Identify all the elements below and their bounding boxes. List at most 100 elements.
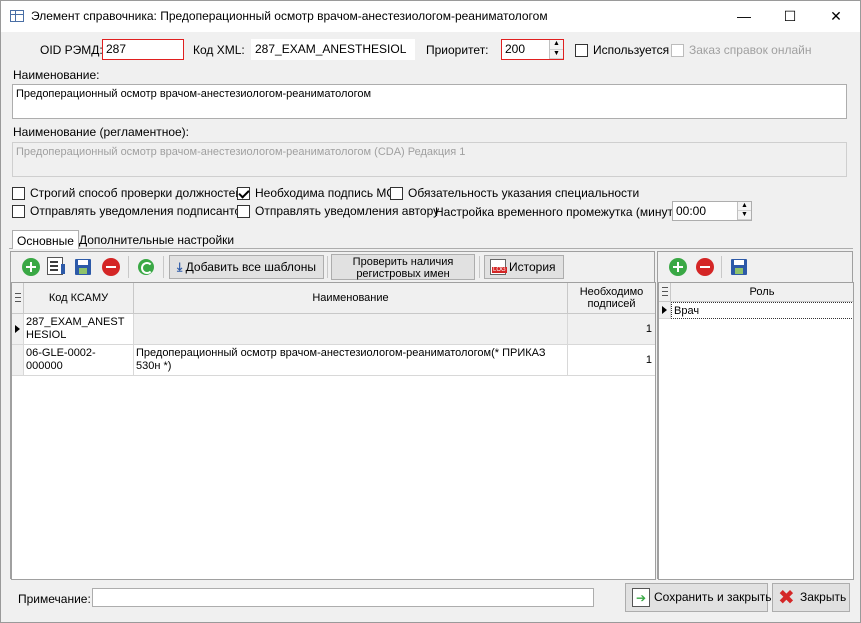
- check-registry-line1: Проверить наличия: [352, 256, 454, 268]
- note-input[interactable]: [92, 588, 594, 607]
- save-and-close-label: Сохранить и закрыть: [654, 590, 772, 604]
- interval-label: Настройка временного промежутка (минуты)…: [435, 205, 689, 219]
- table-icon: [10, 10, 24, 22]
- check-registry-line2: регистровых имен: [356, 268, 450, 280]
- priority-spinner[interactable]: ▲ ▼: [549, 40, 563, 59]
- online-order-checkbox[interactable]: Заказ справок онлайн: [671, 43, 811, 57]
- used-checkbox-box[interactable]: [575, 43, 588, 57]
- column-header-signs[interactable]: Необходимо подписей: [568, 283, 655, 314]
- online-order-checkbox-label: Заказ справок онлайн: [689, 43, 812, 57]
- table-row-code[interactable]: 287_EXAM_ANESTHESIOL: [24, 314, 134, 345]
- reg-name-label: Наименование (регламентное):: [13, 125, 190, 139]
- interval-spin-up-icon[interactable]: ▲: [738, 202, 751, 211]
- window-title: Элемент справочника: Предоперационный ос…: [31, 9, 548, 23]
- add-icon[interactable]: [22, 258, 40, 276]
- strict-check-label: Строгий способ проверки должностей: [30, 186, 243, 200]
- grid-column-chooser[interactable]: [12, 283, 24, 314]
- remove-role-icon[interactable]: [696, 258, 714, 276]
- refresh-icon[interactable]: [138, 259, 154, 275]
- table-row-code[interactable]: 06-GLE-0002-000000: [24, 345, 134, 376]
- notify-author-label: Отправлять уведомления автору: [255, 204, 440, 218]
- column-header-name[interactable]: Наименование: [134, 283, 568, 314]
- name-label: Наименование:: [13, 68, 100, 82]
- row-indicator[interactable]: [12, 314, 24, 345]
- close-window-button[interactable]: ✕: [813, 1, 859, 32]
- column-header-role[interactable]: Роль: [671, 283, 853, 302]
- edit-icon[interactable]: [47, 257, 65, 275]
- toolbar-separator: [721, 256, 722, 278]
- roles-column-chooser[interactable]: [659, 283, 671, 302]
- save-close-icon: ➔: [632, 588, 650, 607]
- save-icon[interactable]: [75, 259, 91, 275]
- save-role-icon[interactable]: [731, 259, 747, 275]
- table-row-name[interactable]: [134, 314, 568, 345]
- current-row-icon: [15, 325, 20, 333]
- add-role-icon[interactable]: [669, 258, 687, 276]
- add-all-templates-button[interactable]: ⤓ Добавить все шаблоны: [169, 255, 324, 279]
- online-order-checkbox-box[interactable]: [671, 43, 684, 57]
- roles-panel: Роль Врач: [657, 251, 854, 580]
- remove-icon[interactable]: [102, 258, 120, 276]
- column-header-code[interactable]: Код КСАМУ: [24, 283, 134, 314]
- log-icon: LOG: [490, 259, 507, 275]
- roles-column-chooser-icon[interactable]: [662, 287, 668, 296]
- close-button[interactable]: ✖ Закрыть: [772, 583, 850, 612]
- log-badge: LOG: [492, 267, 507, 273]
- interval-spin-down-icon[interactable]: ▼: [738, 211, 751, 220]
- tab-additional-settings[interactable]: Дополнительные настройки: [75, 230, 238, 250]
- table-row-signs[interactable]: 1: [568, 314, 655, 345]
- toolbar-separator: [479, 256, 480, 278]
- used-checkbox[interactable]: Используется: [575, 43, 669, 57]
- history-label: История: [509, 260, 556, 274]
- role-row[interactable]: Врач: [671, 302, 853, 319]
- minimize-button[interactable]: —: [721, 1, 767, 32]
- priority-input[interactable]: 200 ▲ ▼: [501, 39, 564, 60]
- row-indicator[interactable]: [12, 345, 24, 376]
- download-icon: ⤓: [177, 260, 183, 274]
- interval-spinner[interactable]: ▲ ▼: [737, 202, 751, 220]
- strict-check-checkbox-box[interactable]: [12, 186, 25, 200]
- notify-signers-checkbox-box[interactable]: [12, 204, 25, 218]
- table-row-name[interactable]: Предоперационный осмотр врачом-анестезио…: [134, 345, 568, 376]
- specialty-required-checkbox[interactable]: Обязательность указания специальности: [390, 186, 639, 200]
- history-button[interactable]: LOG История: [484, 255, 564, 279]
- check-registry-names-button[interactable]: Проверить наличия регистровых имен: [331, 254, 475, 280]
- strict-check-checkbox[interactable]: Строгий способ проверки должностей: [12, 186, 242, 200]
- mo-sign-checkbox-box[interactable]: [237, 186, 250, 200]
- current-role-row-icon: [662, 306, 667, 314]
- tab-main[interactable]: Основные: [12, 230, 79, 249]
- close-label: Закрыть: [800, 590, 847, 604]
- notify-author-checkbox-box[interactable]: [237, 204, 250, 218]
- priority-value: 200: [505, 42, 526, 56]
- templates-grid[interactable]: Код КСАМУ Наименование Необходимо подпис…: [11, 282, 656, 580]
- column-chooser-icon[interactable]: [15, 293, 21, 302]
- arrow-icon: ➔: [636, 591, 647, 605]
- spin-up-icon[interactable]: ▲: [550, 40, 563, 50]
- mo-sign-label: Необходима подпись МО: [255, 186, 396, 200]
- xml-code-input[interactable]: 287_EXAM_ANESTHESIOL: [251, 39, 415, 60]
- note-label: Примечание:: [18, 592, 91, 606]
- xml-code-label: Код XML:: [193, 43, 245, 57]
- reg-name-input: Предоперационный осмотр врачом-анестезио…: [12, 142, 847, 177]
- notify-signers-label: Отправлять уведомления подписантов: [30, 204, 248, 218]
- notify-signers-checkbox[interactable]: Отправлять уведомления подписантов: [12, 204, 248, 218]
- save-and-close-button[interactable]: ➔ Сохранить и закрыть: [625, 583, 772, 612]
- column-header-signs-line2: подписей: [587, 298, 636, 310]
- role-row-indicator[interactable]: [659, 302, 671, 319]
- notify-author-checkbox[interactable]: Отправлять уведомления автору: [237, 204, 439, 218]
- maximize-button[interactable]: ☐: [767, 1, 813, 32]
- toolbar-separator: [327, 256, 328, 278]
- name-input[interactable]: Предоперационный осмотр врачом-анестезио…: [12, 84, 847, 119]
- specialty-required-checkbox-box[interactable]: [390, 186, 403, 200]
- oid-input[interactable]: 287: [102, 39, 184, 60]
- oid-label: OID РЭМД:: [40, 43, 103, 57]
- specialty-required-label: Обязательность указания специальности: [408, 186, 640, 200]
- interval-input[interactable]: 00:00 ▲ ▼: [672, 201, 752, 221]
- toolbar-separator: [128, 256, 129, 278]
- spin-down-icon[interactable]: ▼: [550, 49, 563, 59]
- templates-panel: ⤓ Добавить все шаблоны Проверить наличия…: [10, 251, 656, 580]
- interval-value: 00:00: [676, 204, 707, 218]
- mo-sign-checkbox[interactable]: Необходима подпись МО: [237, 186, 396, 200]
- roles-grid[interactable]: Роль Врач: [658, 282, 854, 580]
- table-row-signs[interactable]: 1: [568, 345, 655, 376]
